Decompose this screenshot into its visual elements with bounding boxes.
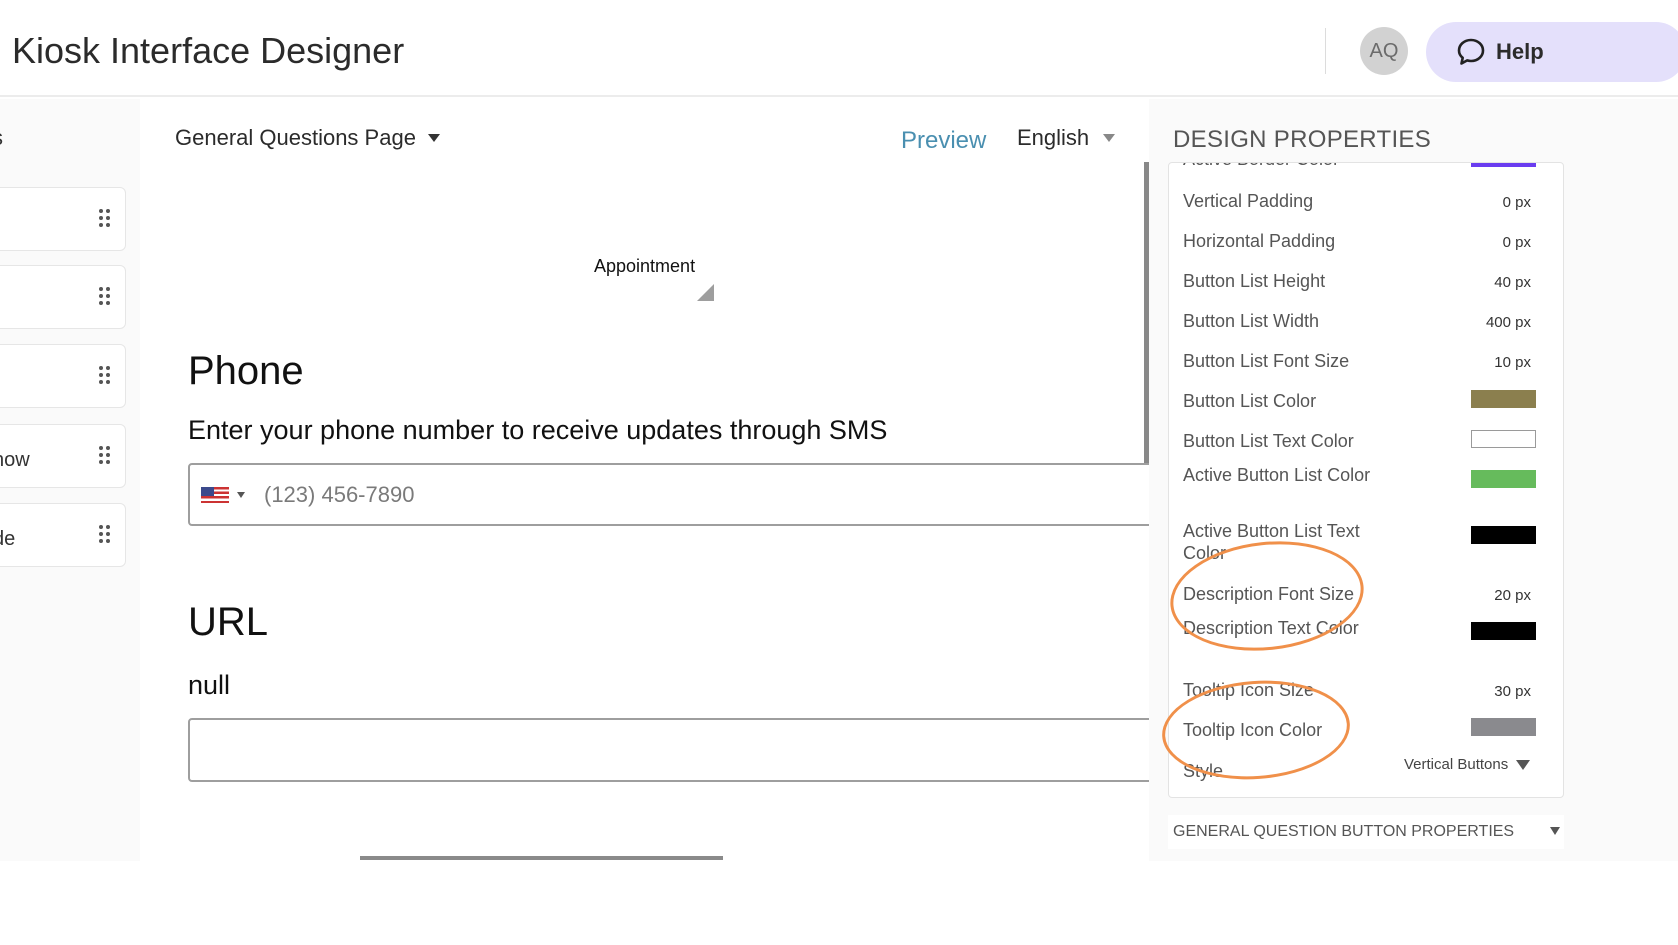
language-value: English [1017,125,1090,150]
prop-value-button-list-width[interactable]: 400 px [1486,314,1531,331]
field-list-item[interactable] [0,265,126,329]
drag-handle-icon[interactable] [99,209,113,229]
field-list-item[interactable]: now [0,424,126,488]
prop-value-tooltip-icon-size[interactable]: 30 px [1494,683,1531,700]
kiosk-designer-app: Kiosk Interface Designer AQ Help s now [0,0,1678,945]
resize-handle-icon[interactable] [697,284,714,301]
active-border-color-swatch[interactable] [1471,163,1536,167]
phone-question-description: Enter your phone number to receive updat… [188,415,888,445]
canvas-horizontal-scrollbar[interactable] [360,856,723,860]
prop-label-button-list-width: Button List Width [1183,311,1320,331]
caret-down-icon [1516,759,1531,770]
preview-link[interactable]: Preview [901,127,986,155]
prop-label-button-list-color: Button List Color [1183,391,1317,411]
page-select-value: General Questions Page [175,125,416,150]
active-button-list-color-swatch[interactable] [1471,470,1536,488]
chat-bubble-icon [1457,38,1485,65]
prop-value-description-font-size[interactable]: 20 px [1494,587,1531,604]
field-list-item[interactable] [0,344,126,408]
phone-question-title: Phone [188,349,304,393]
page-select-dropdown[interactable]: General Questions Page [175,125,440,151]
url-input-field[interactable] [188,718,1158,782]
language-dropdown[interactable]: English [1017,125,1116,151]
drag-handle-icon[interactable] [99,287,113,307]
active-button-list-text-color-swatch[interactable] [1471,526,1536,544]
prop-label-active-border-color: Active Border Color [1183,163,1339,170]
prop-value-vertical-padding[interactable]: 0 px [1503,194,1531,211]
style-dropdown[interactable]: Vertical Buttons [1404,756,1531,773]
app-title: Kiosk Interface Designer [12,30,405,71]
caret-down-icon[interactable] [237,492,245,498]
caret-down-icon[interactable] [1550,827,1560,835]
app-header: Kiosk Interface Designer AQ Help [0,0,1678,97]
field-list-item-label: now [0,449,30,471]
general-question-button-properties-section[interactable]: GENERAL QUESTION BUTTON PROPERTIES [1168,815,1564,849]
prop-label-tooltip-icon-size: Tooltip Icon Size [1183,680,1315,700]
field-list-sidebar: s now de [0,99,140,861]
prop-label-tooltip-icon-color: Tooltip Icon Color [1183,720,1323,740]
style-dropdown-value: Vertical Buttons [1404,756,1509,773]
phone-input-field[interactable]: (123) 456-7890 [188,463,1158,526]
prop-value-button-list-font-size[interactable]: 10 px [1494,354,1531,371]
section-label: GENERAL QUESTION BUTTON PROPERTIES [1173,823,1515,840]
design-properties-heading: DESIGN PROPERTIES [1173,126,1432,153]
button-list-text-color-swatch[interactable] [1471,430,1536,448]
caret-down-icon [427,134,440,142]
field-list-item-label: de [0,528,16,550]
header-divider [1325,28,1326,74]
help-label: Help [1496,39,1544,64]
prop-label-active-button-list-color: Active Button List Color [1183,465,1371,485]
description-text-color-swatch[interactable] [1471,622,1536,640]
field-list-item[interactable] [0,187,126,251]
prop-label-description-font-size: Description Font Size [1183,584,1355,604]
prop-label-description-text-color: Description Text Color [1183,618,1359,638]
drag-handle-icon[interactable] [99,525,113,545]
prop-label-active-button-list-text-color: Active Button List Text Color [1183,521,1360,563]
design-properties-card: Active Border Color Vertical Padding 0 p… [1168,162,1564,798]
drag-handle-icon[interactable] [99,446,113,466]
us-flag-icon[interactable] [201,487,229,503]
avatar[interactable]: AQ [1360,27,1408,75]
prop-label-button-list-height: Button List Height [1183,271,1326,291]
url-question-title: URL [188,600,269,644]
prop-label-button-list-text-color: Button List Text Color [1183,431,1354,451]
button-list-color-swatch[interactable] [1471,390,1536,408]
prop-label-vertical-padding: Vertical Padding [1183,191,1314,211]
prop-value-button-list-height[interactable]: 40 px [1494,274,1531,291]
prop-label-button-list-font-size: Button List Font Size [1183,351,1350,371]
phone-input-placeholder: (123) 456-7890 [264,482,415,507]
appointment-text-element[interactable]: Appointment [594,256,695,277]
prop-label-horizontal-padding: Horizontal Padding [1183,231,1336,251]
tooltip-icon-color-swatch[interactable] [1471,718,1536,736]
help-button[interactable]: Help [1426,22,1678,82]
field-list-item[interactable]: de [0,503,126,567]
prop-label-style: Style [1183,761,1224,781]
drag-handle-icon[interactable] [99,366,113,386]
caret-down-icon [1103,134,1116,142]
sidebar-heading: s [0,125,3,151]
prop-value-horizontal-padding[interactable]: 0 px [1503,234,1531,251]
url-question-description: null [188,670,231,700]
